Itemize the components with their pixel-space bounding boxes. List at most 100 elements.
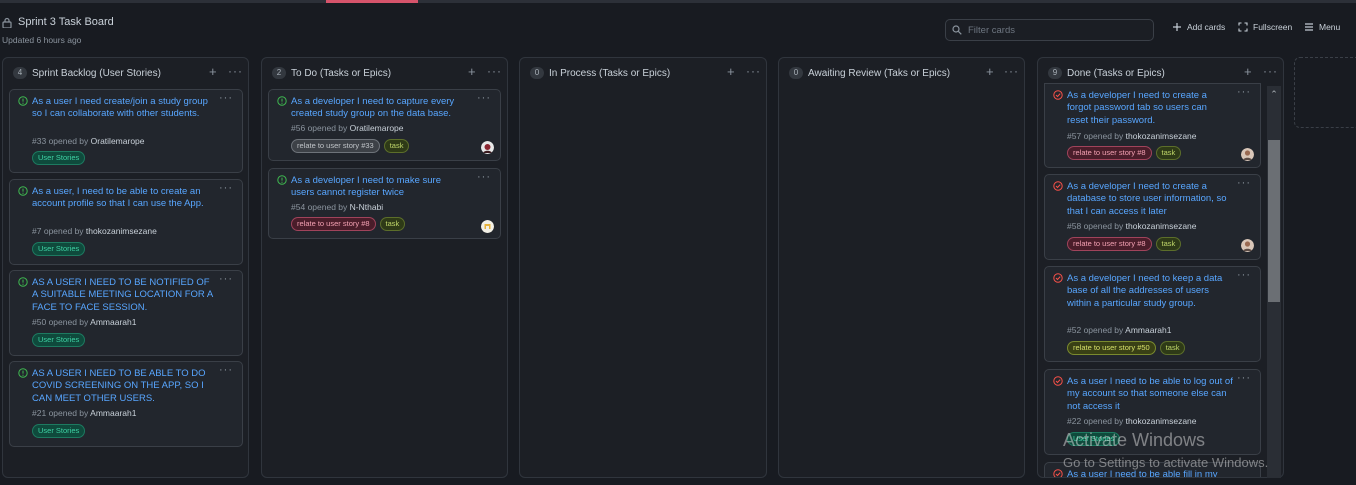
label-related-story[interactable]: relate to user story #33 xyxy=(291,139,380,153)
label-related-story[interactable]: relate to user story #50 xyxy=(1067,341,1156,355)
card-title[interactable]: As a user, I need to be able to create a… xyxy=(32,186,217,211)
column-header: 2 To Do (Tasks or Epics) + ··· xyxy=(262,58,507,86)
card-more-icon[interactable]: ··· xyxy=(1237,269,1251,281)
card-more-icon[interactable]: ··· xyxy=(477,171,491,183)
card-more-icon[interactable]: ··· xyxy=(219,182,233,194)
column-card-count: 2 xyxy=(272,67,286,79)
card-author[interactable]: Oratilemarope xyxy=(91,136,145,146)
column-card-count: 4 xyxy=(13,67,27,79)
column-title: Done (Tasks or Epics) xyxy=(1067,68,1165,79)
column-header: 0 Awaiting Review (Taks or Epics) + ··· xyxy=(779,58,1024,86)
label-related-story[interactable]: relate to user story #8 xyxy=(1067,146,1152,160)
column-done: 9 Done (Tasks or Epics) + ··· As a devel… xyxy=(1037,57,1284,478)
label-user-stories[interactable]: User Stories xyxy=(32,424,86,438)
card-title[interactable]: AS A USER I NEED TO BE NOTIFIED OF A SUI… xyxy=(32,277,214,314)
column-more-icon[interactable]: ··· xyxy=(1004,64,1019,78)
label-task[interactable]: task xyxy=(383,139,410,153)
card-more-icon[interactable]: ··· xyxy=(1237,372,1251,384)
card-title[interactable]: As a user I need to be able fill in my xyxy=(1067,469,1257,477)
column-more-icon[interactable]: ··· xyxy=(1263,64,1278,78)
opened-by-text: opened by xyxy=(307,123,348,133)
label-related-story[interactable]: relate to user story #8 xyxy=(291,217,376,231)
card-author[interactable]: Ammaarah1 xyxy=(1125,325,1171,335)
issue-number: #58 xyxy=(1067,221,1082,231)
label-task[interactable]: task xyxy=(1159,341,1186,355)
card-more-icon[interactable]: ··· xyxy=(1237,86,1251,98)
issue-card[interactable]: As a user I need create/join a study gro… xyxy=(9,89,243,173)
card-author[interactable]: Ammaarah1 xyxy=(90,408,136,418)
card-title[interactable]: AS A USER I NEED TO BE ABLE TO DO COVID … xyxy=(32,368,214,405)
card-meta: #21 opened by Ammaarah1 xyxy=(32,408,136,418)
column-add-icon[interactable]: + xyxy=(727,64,735,79)
card-more-icon[interactable]: ··· xyxy=(219,364,233,376)
avatar[interactable] xyxy=(481,141,494,154)
card-title[interactable]: As a developer I need to make sure users… xyxy=(291,175,463,200)
issue-card[interactable]: As a developer I need to create a databa… xyxy=(1044,174,1261,260)
issue-card[interactable]: As a user, I need to be able to create a… xyxy=(9,179,243,265)
card-title[interactable]: As a developer I need to capture every c… xyxy=(291,96,476,121)
issue-number: #22 xyxy=(1067,416,1082,426)
card-title[interactable]: As a developer I need to create a databa… xyxy=(1067,181,1235,218)
label-related-story[interactable]: relate to user story #8 xyxy=(1067,237,1152,251)
label-user-stories[interactable]: User Stories xyxy=(32,242,86,256)
scroll-up-arrow-icon[interactable]: ⌃ xyxy=(1267,86,1281,102)
card-author[interactable]: thokozanimsezane xyxy=(1126,131,1197,141)
card-title[interactable]: As a developer I need to keep a data bas… xyxy=(1067,273,1227,310)
issue-number: #56 xyxy=(291,123,306,133)
opened-by-text: opened by xyxy=(48,136,89,146)
label-task[interactable]: task xyxy=(1155,237,1182,251)
issue-card[interactable]: As a developer I need to create a forgot… xyxy=(1044,83,1261,168)
issue-card[interactable]: As a developer I need to capture every c… xyxy=(268,89,501,161)
column-add-icon[interactable]: + xyxy=(209,64,217,79)
issue-card[interactable]: AS A USER I NEED TO BE NOTIFIED OF A SUI… xyxy=(9,270,243,356)
label-task[interactable]: task xyxy=(379,217,406,231)
add-cards-button[interactable]: Add cards xyxy=(1172,22,1225,32)
filter-cards-input[interactable] xyxy=(968,24,1138,36)
done-column-scrollbar[interactable]: ⌃ xyxy=(1267,86,1281,478)
card-more-icon[interactable]: ··· xyxy=(477,92,491,104)
open-issue-icon xyxy=(18,368,28,378)
menu-button[interactable]: Menu xyxy=(1304,22,1340,32)
issue-number: #54 xyxy=(291,202,306,212)
card-author[interactable]: N-Nthabi xyxy=(350,202,384,212)
column-add-icon[interactable]: + xyxy=(468,64,476,79)
card-more-icon[interactable]: ··· xyxy=(219,92,233,104)
card-author[interactable]: thokozanimsezane xyxy=(1126,416,1197,426)
label-user-stories[interactable]: User Stories xyxy=(32,151,86,165)
card-title[interactable]: As a developer I need to create a forgot… xyxy=(1067,90,1227,127)
card-title[interactable]: As a user I need to be able to log out o… xyxy=(1067,376,1237,413)
issue-card[interactable]: As a developer I need to make sure users… xyxy=(268,168,501,239)
issue-card[interactable]: As a developer I need to keep a data bas… xyxy=(1044,266,1261,362)
label-user-stories[interactable]: User Stories xyxy=(32,333,86,347)
column-header: 0 In Process (Tasks or Epics) + ··· xyxy=(520,58,766,86)
column-more-icon[interactable]: ··· xyxy=(487,64,502,78)
card-more-icon[interactable]: ··· xyxy=(219,273,233,285)
card-author[interactable]: thokozanimsezane xyxy=(1126,221,1197,231)
opened-by-text: opened by xyxy=(1083,221,1124,231)
column-add-icon[interactable]: + xyxy=(986,64,994,79)
scroll-thumb[interactable] xyxy=(1268,140,1280,302)
column-more-icon[interactable]: ··· xyxy=(746,64,761,78)
opened-by-text: opened by xyxy=(1083,416,1124,426)
avatar[interactable] xyxy=(1241,148,1254,161)
filter-cards-box[interactable] xyxy=(945,19,1154,41)
card-more-icon[interactable]: ··· xyxy=(1237,177,1251,189)
add-column-placeholder[interactable] xyxy=(1294,57,1356,128)
column-more-icon[interactable]: ··· xyxy=(228,64,243,78)
column-add-icon[interactable]: + xyxy=(1244,64,1252,79)
issue-card[interactable]: AS A USER I NEED TO BE ABLE TO DO COVID … xyxy=(9,361,243,447)
card-labels: relate to user story #8 task xyxy=(1067,146,1182,160)
avatar[interactable] xyxy=(1241,239,1254,252)
card-labels: relate to user story #8 task xyxy=(291,217,406,231)
card-author[interactable]: Oratilemarope xyxy=(350,123,404,133)
card-author[interactable]: thokozanimsezane xyxy=(86,226,157,236)
column-card-count: 0 xyxy=(789,67,803,79)
avatar[interactable] xyxy=(481,220,494,233)
fullscreen-button[interactable]: Fullscreen xyxy=(1238,22,1292,32)
card-meta: #58 opened by thokozanimsezane xyxy=(1067,221,1197,231)
card-labels: relate to user story #33 task xyxy=(291,139,410,153)
label-task[interactable]: task xyxy=(1155,146,1182,160)
card-author[interactable]: Ammaarah1 xyxy=(90,317,136,327)
card-title[interactable]: As a user I need create/join a study gro… xyxy=(32,96,212,121)
card-labels: relate to user story #50 task xyxy=(1067,341,1186,355)
